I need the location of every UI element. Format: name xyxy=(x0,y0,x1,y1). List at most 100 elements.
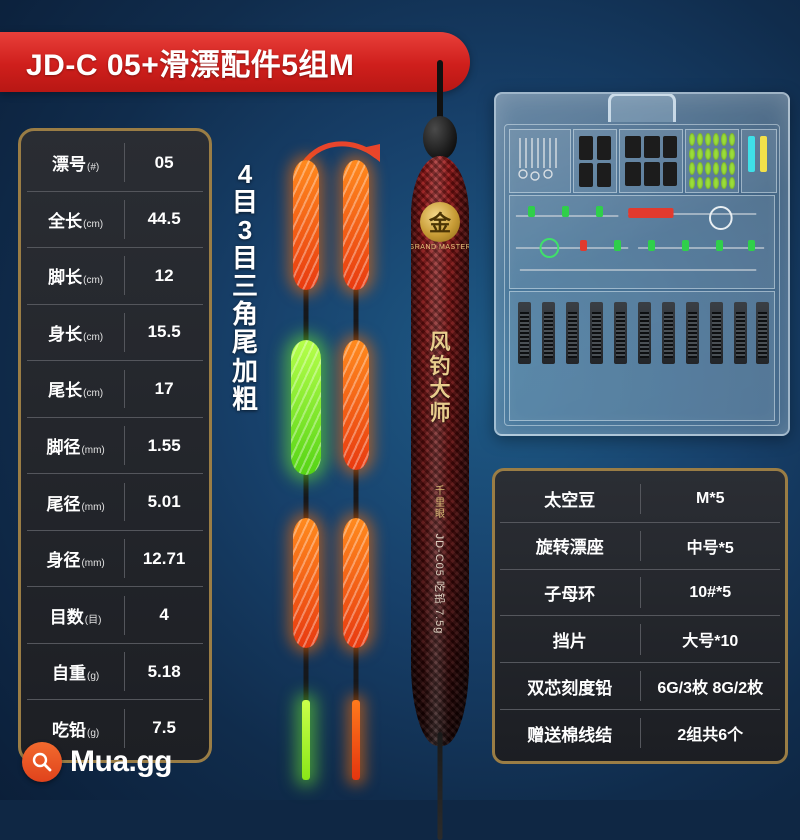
contents-value: 10#*5 xyxy=(689,583,732,601)
spec-row: 自重 (g) 5.18 xyxy=(27,644,203,701)
spec-row: 目数 (目) 4 xyxy=(27,587,203,644)
float-body: 金 GRAND MASTER 风钓大师 千里眼 JD-C05 吃铅 7.5g xyxy=(411,156,469,746)
contents-table: 太空豆 M*5 旋转漂座 中号*5 子母环 10#*5 挡片 大号*10 双芯刻度铅 6G/3枚 … xyxy=(500,476,780,756)
rig-lines xyxy=(515,206,765,271)
spec-label-text: 全长 xyxy=(48,211,83,231)
spec-table: 漂号 (#) 05 全长 (cm) 44.5 脚长 (cm) 12 身长 (cm) 15.5 尾长 (cm… xyxy=(27,135,203,756)
spec-row: 尾长 (cm) 17 xyxy=(27,361,203,418)
spec-value: 5.18 xyxy=(147,661,181,681)
spec-label: 自重 (g) xyxy=(27,659,124,684)
spec-value: 1.55 xyxy=(147,435,181,455)
caption-char: 三 xyxy=(231,271,258,302)
spec-value: 17 xyxy=(154,378,174,398)
spec-label-text: 身径 xyxy=(46,551,81,571)
spec-label: 尾径 (mm) xyxy=(27,490,124,515)
spec-value: 4 xyxy=(159,605,169,625)
spec-row: 全长 (cm) 44.5 xyxy=(27,192,203,249)
spec-row: 漂号 (#) 05 xyxy=(27,135,203,192)
float-sample-right xyxy=(336,160,376,780)
spec-unit: (g) xyxy=(86,671,100,683)
brand-sub-char: 千 xyxy=(435,486,445,497)
contents-row: 旋转漂座 中号*5 xyxy=(500,523,780,570)
brand-english-text: GRAND MASTER xyxy=(411,244,469,251)
brand-sub-char: 眼 xyxy=(435,509,445,520)
spec-row: 身长 (cm) 15.5 xyxy=(27,305,203,362)
brand-char: 大 xyxy=(429,378,451,402)
caption-char: 尾 xyxy=(231,327,258,358)
contents-row: 赠送棉线结 2组共6个 xyxy=(500,710,780,756)
spec-unit: (cm) xyxy=(83,275,104,287)
spec-unit: (cm) xyxy=(83,331,104,343)
spec-value: 44.5 xyxy=(147,209,181,229)
main-float-product: 金 GRAND MASTER 风钓大师 千里眼 JD-C05 吃铅 7.5g xyxy=(380,60,500,840)
spec-value: 5.01 xyxy=(147,492,181,512)
contents-label: 太空豆 xyxy=(544,491,596,511)
spec-label-text: 脚径 xyxy=(46,438,81,457)
spec-label-text: 目数 xyxy=(49,607,84,627)
spec-value: 7.5 xyxy=(152,718,176,738)
spec-unit: (目) xyxy=(84,614,102,626)
brand-sub-char: 里 xyxy=(435,497,445,509)
spec-value: 12.71 xyxy=(142,548,186,568)
spec-label: 目数 (目) xyxy=(27,603,124,628)
bead-grid xyxy=(689,133,735,189)
caption-char: 目 xyxy=(231,243,258,274)
compartment-stoppers-2 xyxy=(619,129,683,193)
float-antenna xyxy=(437,60,443,122)
spec-label: 身长 (cm) xyxy=(27,320,124,345)
spec-label: 尾长 (cm) xyxy=(27,376,124,401)
search-icon xyxy=(22,742,62,782)
spec-row: 脚长 (cm) 12 xyxy=(27,248,203,305)
brand-sub-text: 千里眼 xyxy=(435,486,445,521)
caption-char: 目 xyxy=(231,187,258,218)
product-image-root: JD-C 05+滑漂配件5组M 漂号 (#) 05 全长 (cm) 44.5 脚长 (cm) 1… xyxy=(0,0,800,840)
spec-unit: (g) xyxy=(86,727,100,739)
contents-row: 挡片 大号*10 xyxy=(500,616,780,664)
watermark: Mua.gg xyxy=(22,742,173,782)
contents-value: 中号*5 xyxy=(686,539,734,557)
compartment-stoppers-1 xyxy=(573,129,617,193)
spec-label: 吃铅 (g) xyxy=(27,716,124,741)
spec-label: 漂号 (#) xyxy=(27,150,124,175)
float-leg xyxy=(437,732,443,840)
page-title: JD-C 05+滑漂配件5组M xyxy=(26,49,355,82)
spec-value: 05 xyxy=(154,152,174,172)
brand-char: 风 xyxy=(429,331,451,354)
caption-char: 粗 xyxy=(231,383,258,414)
contents-value: 6G/3枚 8G/2枚 xyxy=(657,680,764,698)
contents-label: 双芯刻度铅 xyxy=(527,678,613,698)
compartment-swivels xyxy=(509,129,571,193)
spec-unit: (mm) xyxy=(81,501,105,513)
brand-char: 师 xyxy=(429,401,451,425)
spec-label: 脚径 (mm) xyxy=(27,433,124,458)
spec-label-text: 尾长 xyxy=(48,381,83,401)
brand-char: 钓 xyxy=(429,354,451,378)
contents-table-panel: 太空豆 M*5 旋转漂座 中号*5 子母环 10#*5 挡片 大号*10 双芯刻度铅 6G/3枚 … xyxy=(492,468,788,764)
brand-chinese-text: 风钓大师 xyxy=(430,331,451,425)
box-handle xyxy=(608,94,676,122)
spec-label-text: 尾径 xyxy=(46,494,81,514)
spec-unit: (cm) xyxy=(83,388,104,400)
spec-label: 脚长 (cm) xyxy=(27,263,124,288)
spec-unit: (mm) xyxy=(81,558,105,570)
spec-value: 12 xyxy=(154,265,174,285)
float-knob xyxy=(423,116,457,160)
swivel-icons xyxy=(518,138,557,181)
contents-value: 大号*10 xyxy=(682,633,739,651)
model-text: JD-C05 吃铅 7.5g xyxy=(433,533,445,635)
box-inner-tray xyxy=(504,124,780,426)
spec-row: 身径 (mm) 12.71 xyxy=(27,531,203,588)
contents-row: 太空豆 M*5 xyxy=(500,476,780,523)
float-sample-left xyxy=(286,160,326,780)
spec-unit: (cm) xyxy=(83,218,104,230)
feature-caption: 4目3目三角尾加粗 xyxy=(228,160,262,413)
contents-label: 旋转漂座 xyxy=(535,538,604,558)
spec-unit: (mm) xyxy=(81,445,105,456)
spec-value: 15.5 xyxy=(147,322,181,342)
contents-label: 赠送棉线结 xyxy=(527,725,613,745)
spec-label-text: 自重 xyxy=(51,664,86,684)
spec-label-text: 漂号 xyxy=(51,155,86,175)
accessory-box xyxy=(494,92,790,436)
contents-value: 2组共6个 xyxy=(677,727,744,745)
spec-row: 脚径 (mm) 1.55 xyxy=(27,418,203,475)
